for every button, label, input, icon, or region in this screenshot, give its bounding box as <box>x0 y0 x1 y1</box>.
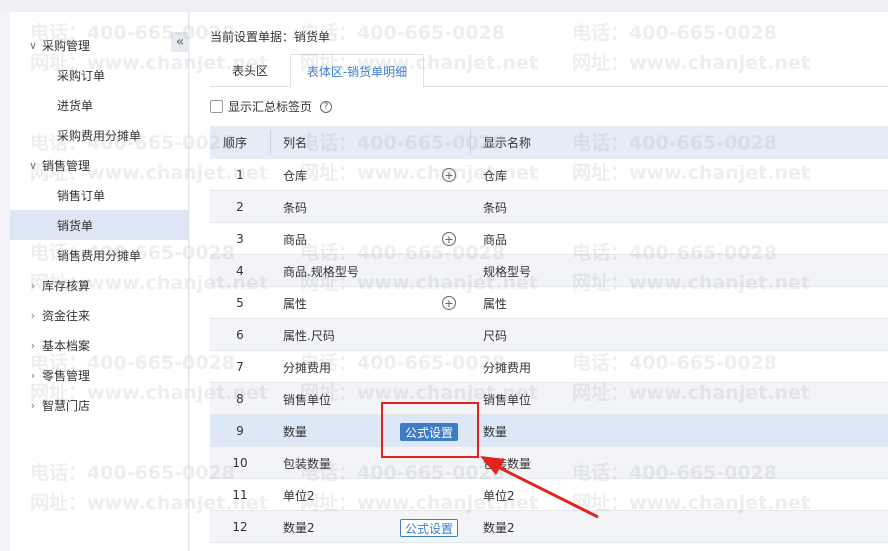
row-column-name: 数量 <box>283 424 308 439</box>
page-title: 当前设置单据：销货单 <box>210 30 331 44</box>
row-column-name: 销售单位 <box>283 392 332 407</box>
row-seq: 10 <box>232 456 248 470</box>
summary-tab-option: 显示汇总标签页 ? <box>210 98 333 115</box>
nav-group-master-data[interactable]: › 基本档案 <box>10 330 189 360</box>
row-seq: 1 <box>236 168 244 182</box>
nav-group-funds[interactable]: › 资金往来 <box>10 300 189 330</box>
tab-body-area[interactable]: 表体区-销货单明细 <box>290 54 424 88</box>
row-seq: 8 <box>236 392 244 406</box>
row-column-name: 数量2 <box>283 520 315 535</box>
show-summary-checkbox[interactable] <box>210 100 223 113</box>
row-seq: 4 <box>236 264 244 278</box>
chevron-right-icon: › <box>30 278 36 292</box>
nav-group-label: 资金往来 <box>42 308 91 323</box>
header-divider <box>470 130 471 155</box>
row-display-name[interactable]: 属性 <box>483 287 507 319</box>
main-panel: 当前设置单据：销货单 表头区 表体区-销货单明细 显示汇总标签页 ? 顺序 列名… <box>190 12 888 551</box>
tab-header-area[interactable]: 表头区 <box>210 54 290 87</box>
annotation-highlight-box <box>381 402 479 458</box>
nav-group-label: 基本档案 <box>42 338 91 353</box>
table-row[interactable]: 10 包装数量 包装数量 <box>210 447 888 479</box>
row-display-name[interactable]: 分摊费用 <box>483 351 531 383</box>
table-row[interactable]: 11 单位2 单位2 <box>210 479 888 511</box>
plus-circle-icon[interactable]: + <box>442 168 456 182</box>
row-display-name[interactable]: 单位2 <box>483 479 515 511</box>
table-row[interactable]: 1 仓库 + 仓库 <box>210 159 888 191</box>
row-display-name[interactable]: 销售单位 <box>483 383 531 415</box>
row-display-name[interactable]: 条码 <box>483 191 507 223</box>
row-seq: 11 <box>232 488 248 502</box>
row-column-name: 包装数量 <box>283 456 332 471</box>
nav-item-purchase-order[interactable]: 采购订单 <box>10 60 189 90</box>
nav-group-label: 库存核算 <box>42 278 91 293</box>
header-divider <box>270 130 271 155</box>
row-display-name[interactable]: 数量 <box>483 415 507 447</box>
row-display-name[interactable]: 尺码 <box>483 319 507 351</box>
chevron-right-icon: › <box>30 368 36 382</box>
chevron-down-icon: ∨ <box>28 38 38 52</box>
row-display-name[interactable]: 规格型号 <box>483 255 531 287</box>
nav-group-label: 零售管理 <box>42 368 91 383</box>
table-row[interactable]: 4 商品.规格型号 规格型号 <box>210 255 888 287</box>
table-row[interactable]: 6 属性.尺码 尺码 <box>210 319 888 351</box>
row-column-name: 仓库 <box>283 168 308 183</box>
row-seq: 9 <box>236 424 244 438</box>
row-display-name[interactable]: 数量2 <box>483 511 515 543</box>
header-seq: 顺序 <box>223 136 248 150</box>
row-column-name: 商品 <box>283 232 308 247</box>
row-column-name: 属性.尺码 <box>283 328 335 343</box>
nav-item-purchase-receipt[interactable]: 进货单 <box>10 90 189 120</box>
row-display-name[interactable]: 仓库 <box>483 159 507 191</box>
table-row[interactable]: 8 销售单位 销售单位 <box>210 383 888 415</box>
row-column-name: 条码 <box>283 200 308 215</box>
nav-group-sales[interactable]: ∨ 销售管理 <box>10 150 189 180</box>
plus-circle-icon[interactable]: + <box>442 232 456 246</box>
show-summary-label: 显示汇总标签页 <box>228 100 313 114</box>
chevron-right-icon: › <box>30 308 36 322</box>
formula-settings-button[interactable]: 公式设置 <box>400 519 459 537</box>
sidebar: « ∨ 采购管理 采购订单 进货单 采购费用分摊单 ∨ 销售管理 销售订单 销货… <box>10 12 189 551</box>
row-seq: 3 <box>236 232 244 246</box>
table-row[interactable]: 5 属性 + 属性 <box>210 287 888 319</box>
nav-group-smart-store[interactable]: › 智慧门店 <box>10 390 189 420</box>
chevron-right-icon: › <box>30 398 36 412</box>
top-bar <box>0 0 888 12</box>
row-seq: 7 <box>236 360 244 374</box>
row-seq: 12 <box>232 520 248 534</box>
row-column-name: 分摊费用 <box>283 360 332 375</box>
nav-group-label: 智慧门店 <box>42 398 91 413</box>
table-row[interactable]: 7 分摊费用 分摊费用 <box>210 351 888 383</box>
chevron-down-icon: ∨ <box>28 158 38 172</box>
row-display-name[interactable]: 商品 <box>483 223 507 255</box>
table-row[interactable]: 12 数量2 公式设置 数量2 <box>210 511 888 543</box>
row-column-name: 商品.规格型号 <box>283 264 359 279</box>
nav-group-label: 采购管理 <box>42 38 91 53</box>
plus-circle-icon[interactable]: + <box>442 296 456 310</box>
nav-item-sales-delivery[interactable]: 销货单 <box>10 210 189 240</box>
nav-group-label: 销售管理 <box>42 158 91 173</box>
nav-group-inventory[interactable]: › 库存核算 <box>10 270 189 300</box>
chevron-right-icon: › <box>30 338 36 352</box>
table-row[interactable]: 2 条码 条码 <box>210 191 888 223</box>
nav-item-sales-expense[interactable]: 销售费用分摊单 <box>10 240 189 270</box>
row-column-name: 属性 <box>283 296 308 311</box>
tab-bar: 表头区 表体区-销货单明细 <box>210 54 888 88</box>
header-display-name: 显示名称 <box>483 136 532 150</box>
table-row-selected[interactable]: 9 数量 公式设置 数量 <box>210 415 888 447</box>
row-seq: 2 <box>236 200 244 214</box>
table-header: 顺序 列名 显示名称 <box>210 126 888 159</box>
row-display-name[interactable]: 包装数量 <box>483 447 531 479</box>
nav-item-purchase-expense[interactable]: 采购费用分摊单 <box>10 120 189 150</box>
nav-group-purchase[interactable]: ∨ 采购管理 <box>10 30 189 60</box>
nav-group-retail[interactable]: › 零售管理 <box>10 360 189 390</box>
row-seq: 5 <box>236 296 244 310</box>
nav-item-sales-order[interactable]: 销售订单 <box>10 180 189 210</box>
row-column-name: 单位2 <box>283 488 315 503</box>
table-row[interactable]: 3 商品 + 商品 <box>210 223 888 255</box>
row-seq: 6 <box>236 328 244 342</box>
header-column-name: 列名 <box>283 136 308 150</box>
help-icon[interactable]: ? <box>320 100 333 113</box>
